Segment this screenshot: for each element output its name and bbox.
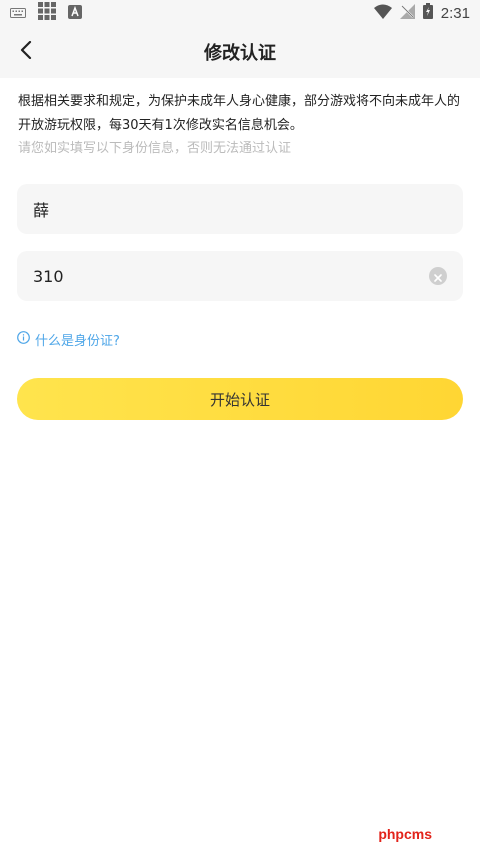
id-field[interactable] xyxy=(17,251,463,301)
name-field[interactable] xyxy=(17,184,463,234)
info-circle-icon xyxy=(17,331,30,348)
id-card-help-link[interactable]: 什么是身份证? xyxy=(17,330,120,349)
wifi-icon xyxy=(373,4,392,23)
notice-text: 根据相关要求和规定，为保护未成年人身心健康，部分游戏将不向未成年人的开放游玩权限… xyxy=(18,94,461,133)
status-time: 2:31 xyxy=(440,4,470,22)
keyboard-icon xyxy=(10,4,26,23)
battery-charging-icon xyxy=(422,3,433,23)
status-bar-right: 2:31 xyxy=(373,3,470,23)
clear-input-button[interactable] xyxy=(429,267,447,285)
chevron-left-icon xyxy=(20,40,32,63)
status-bar-left xyxy=(10,2,82,24)
start-verification-button[interactable]: 开始认证 xyxy=(17,378,463,420)
status-bar: 2:31 xyxy=(0,0,480,26)
no-signal-icon xyxy=(399,3,415,23)
grid-icon xyxy=(38,2,56,24)
app-bar: 修改认证 xyxy=(0,26,480,78)
watermark-text: phpcms xyxy=(378,826,432,842)
close-icon xyxy=(434,267,442,286)
notice-hint: 请您如实填写以下身份信息，否则无法通过认证 xyxy=(18,141,292,156)
page-title: 修改认证 xyxy=(204,43,276,64)
name-input[interactable] xyxy=(33,199,447,219)
back-button[interactable] xyxy=(10,36,42,68)
help-link-label: 什么是身份证? xyxy=(35,334,120,349)
a-badge-icon xyxy=(68,4,82,23)
id-number-input[interactable] xyxy=(33,266,447,286)
